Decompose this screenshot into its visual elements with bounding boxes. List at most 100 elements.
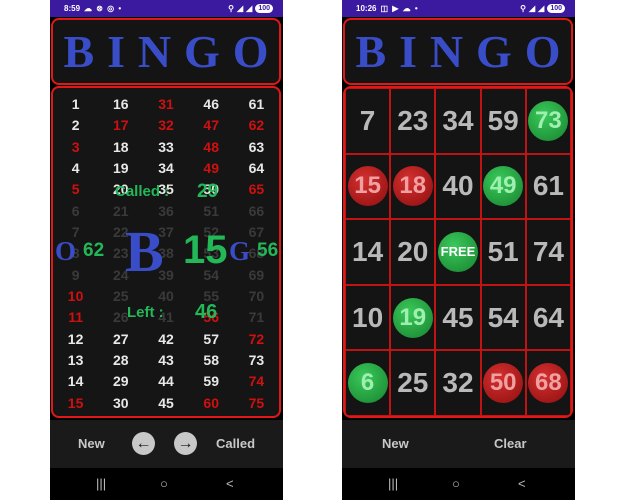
new-card-button[interactable]: New: [382, 436, 409, 451]
card-cell[interactable]: 61: [525, 153, 571, 220]
battery-icon: 100: [255, 4, 273, 13]
marked-red-chip: 18: [392, 166, 433, 207]
board-number: 18: [113, 138, 129, 155]
phone-bingo-card-screen: 10:26 ◫ ▶ ☁ • ⚲ ◢ ◢ 100 B I N G O 7 23 34 5…: [342, 0, 575, 500]
card-number: 23: [397, 104, 429, 136]
header-letter-o: O: [232, 26, 269, 77]
back-icon[interactable]: <: [226, 476, 234, 491]
board-number: 17: [113, 117, 129, 134]
wifi-icon: ◢: [237, 4, 244, 13]
board-number: 34: [158, 160, 174, 176]
status-time: 8:59: [64, 4, 81, 13]
board-number: 33: [158, 138, 174, 155]
card-cell[interactable]: 7: [345, 88, 391, 154]
card-cell[interactable]: 54: [480, 284, 526, 351]
next-call-letter: G: [229, 236, 251, 266]
home-icon[interactable]: ○: [160, 476, 168, 491]
card-cell[interactable]: 10: [345, 284, 391, 351]
home-icon[interactable]: ○: [452, 476, 460, 491]
board-number: 58: [203, 352, 219, 368]
board-number: 11: [68, 309, 83, 326]
board-number: 15: [67, 394, 84, 411]
card-cell[interactable]: 25: [390, 350, 436, 416]
board-number: 73: [248, 352, 265, 368]
location-icon: ⚲: [228, 4, 234, 13]
board-number: 51: [203, 202, 219, 219]
card-cell[interactable]: 68: [525, 350, 571, 416]
card-cell[interactable]: 45: [435, 284, 481, 351]
card-cell[interactable]: 18: [390, 153, 436, 220]
card-number: 51: [487, 235, 519, 267]
card-cell[interactable]: 23: [390, 88, 436, 154]
card-number: 34: [442, 104, 474, 136]
board-number: 19: [113, 160, 129, 176]
called-count-value: 29: [197, 181, 219, 202]
marked-green-chip: 73: [528, 100, 569, 141]
system-nav-bar: ||| ○ <: [50, 468, 283, 500]
card-cell[interactable]: 19: [390, 284, 436, 351]
board-number: 65: [248, 181, 265, 198]
called-numbers-board: 1 16 31 46 61 2 17 32 47 62 3 18 33 48 63 4 19 34 49 64 5 20 3…: [51, 86, 281, 418]
card-number: 32: [442, 367, 474, 399]
card-cell[interactable]: 32: [435, 350, 481, 416]
battery-icon: 100: [547, 4, 565, 13]
board-number: 32: [158, 117, 174, 134]
card-cell[interactable]: 59: [480, 88, 526, 154]
board-number: 57: [203, 330, 219, 347]
bingo-header: B I N G O: [51, 18, 281, 85]
header-letter-i: I: [107, 26, 125, 77]
card-cell[interactable]: 34: [435, 88, 481, 154]
card-number: 25: [397, 367, 429, 399]
card-cell[interactable]: 15: [345, 153, 391, 220]
new-game-button[interactable]: New: [78, 436, 105, 451]
header-letter-g: G: [184, 26, 220, 77]
arrow-left-icon[interactable]: ←: [132, 432, 155, 455]
board-number: 44: [158, 373, 174, 390]
board-number: 5: [71, 181, 80, 198]
card-number: 59: [487, 104, 519, 136]
signal-icon: ◢: [246, 4, 253, 13]
card-number: 7: [359, 104, 376, 136]
board-number: 46: [203, 96, 219, 112]
header-letter-o: O: [524, 26, 561, 77]
board-number: 74: [248, 373, 265, 390]
card-cell[interactable]: 50: [480, 350, 526, 416]
board-number: 63: [248, 138, 265, 155]
card-number: 10: [352, 301, 384, 333]
marked-green-chip: 49: [483, 166, 524, 207]
card-number: 45: [442, 301, 474, 333]
clear-card-button[interactable]: Clear: [494, 436, 527, 451]
card-cell[interactable]: 14: [345, 219, 391, 285]
back-icon[interactable]: <: [518, 476, 526, 491]
left-count-value: 46: [195, 301, 218, 323]
board-number: 60: [203, 394, 219, 411]
recents-icon[interactable]: |||: [388, 476, 398, 491]
called-button[interactable]: Called: [216, 436, 255, 451]
arrow-right-icon[interactable]: →: [174, 432, 197, 455]
board-number: 69: [248, 266, 265, 283]
card-cell[interactable]: 51: [480, 219, 526, 285]
card-cell[interactable]: 73: [525, 88, 571, 154]
card-cell[interactable]: 20: [390, 219, 436, 285]
board-number: 71: [248, 309, 265, 326]
free-space-chip: FREE: [437, 231, 478, 272]
board-number: 28: [113, 352, 129, 368]
recents-icon[interactable]: |||: [96, 476, 106, 491]
board-number: 3: [71, 138, 80, 155]
status-bar: 10:26 ◫ ▶ ☁ • ⚲ ◢ ◢ 100: [342, 0, 575, 17]
card-number: 40: [442, 170, 474, 202]
card-cell[interactable]: 74: [525, 219, 571, 285]
notification-icons: ☁ ⊗ ◎ •: [84, 4, 123, 13]
board-number: 14: [67, 373, 84, 390]
left-count-label: Left :: [127, 304, 164, 321]
card-cell[interactable]: FREE: [435, 219, 481, 285]
card-cell[interactable]: 40: [435, 153, 481, 220]
card-cell[interactable]: 6: [345, 350, 391, 416]
card-cell[interactable]: 49: [480, 153, 526, 220]
board-number: 10: [67, 288, 84, 304]
notification-icons: ◫ ▶ ☁ •: [380, 4, 419, 13]
system-icons: ⚲ ◢ ◢ 100: [520, 4, 565, 13]
system-nav-bar: ||| ○ <: [342, 468, 575, 500]
card-cell[interactable]: 64: [525, 284, 571, 351]
board-number: 72: [248, 330, 265, 347]
